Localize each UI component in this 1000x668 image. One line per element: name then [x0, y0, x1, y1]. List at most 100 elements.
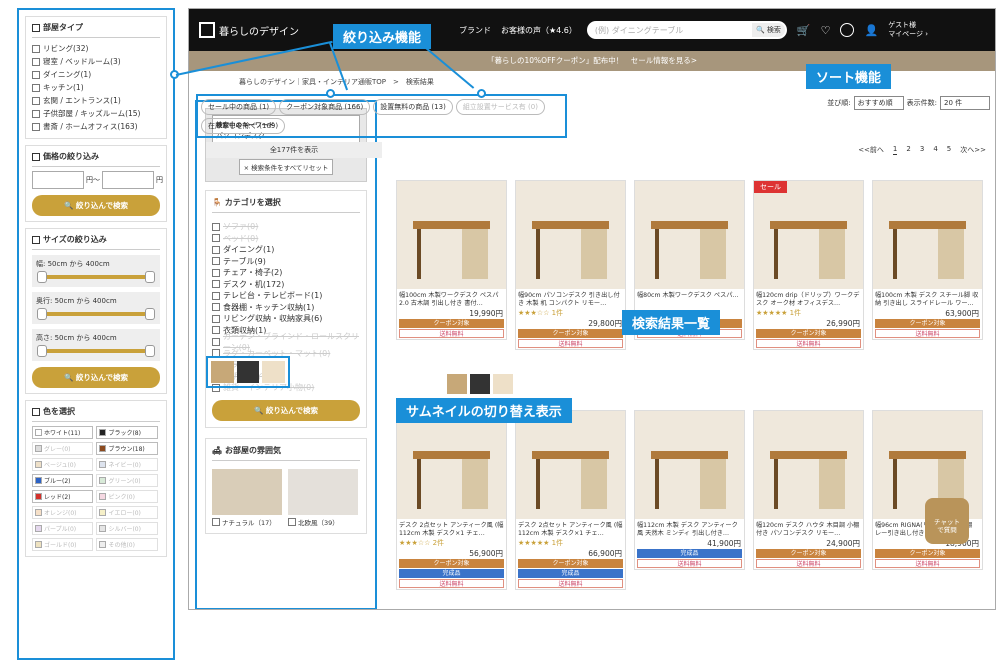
product-image[interactable] — [635, 181, 744, 289]
site-logo[interactable]: 暮らしのデザイン — [199, 22, 299, 38]
filter-tab[interactable]: クーポン対象商品 (166) — [279, 99, 371, 115]
page-link[interactable]: 5 — [947, 145, 951, 155]
product-image[interactable] — [635, 411, 744, 519]
checkbox[interactable] — [212, 303, 220, 312]
search-input[interactable]: (例) ダイニングテーブル 🔍 検索 — [586, 21, 787, 39]
product-card[interactable]: 幅120cm デスク ハウタ 木目調 小棚付き パソコンデスク リモー… 24,9… — [753, 410, 864, 570]
atmosphere-natural[interactable]: ナチュラル（17） — [212, 468, 282, 527]
product-card[interactable]: セール 幅120cm drip（ドリップ）ワークデスク オーク材 オフィスデス… ★… — [753, 180, 864, 350]
price-max-input[interactable] — [102, 171, 154, 189]
checkbox[interactable] — [212, 326, 220, 335]
color-option[interactable]: ブルー(2) — [32, 474, 94, 487]
checkbox[interactable] — [212, 291, 220, 300]
product-card[interactable]: 幅100cm 木製ワークデスク ペスパ2.0 古木調 引出し付き 書付… 19,9… — [396, 180, 507, 340]
mypage-link[interactable]: マイページ › — [888, 30, 928, 39]
product-name[interactable]: 幅80cm 木製ワークデスク ペスパ… — [635, 289, 744, 308]
product-name[interactable]: デスク 2点セット アンティーク風 (幅112cm 木製 デスク×1 チェ… — [516, 519, 625, 538]
product-name[interactable]: 幅112cm 木製 デスク アンティーク風 天然木 ミンディ 引出し付き… — [635, 519, 744, 538]
checkbox[interactable] — [212, 268, 220, 277]
size-slider-track[interactable] — [37, 271, 155, 283]
product-card[interactable]: デスク 2点セット アンティーク風 (幅112cm 木製 デスク×1 チェ… ★★… — [515, 410, 626, 590]
room-type-option[interactable]: キッチン(1) — [32, 81, 160, 94]
cart-icon[interactable]: 🛒 — [797, 24, 811, 37]
size-slider-track[interactable] — [37, 345, 155, 357]
product-image[interactable] — [516, 411, 625, 519]
filter-tab[interactable]: 在庫なしを除く (169) — [201, 118, 286, 134]
filter-tab[interactable]: 設置無料の商品 (13) — [373, 99, 453, 115]
page-link[interactable]: 4 — [933, 145, 937, 155]
user-icon[interactable]: 👤 — [864, 24, 878, 37]
reset-all-button[interactable]: × 検索条件をすべてリセット — [238, 159, 334, 175]
product-name[interactable]: 幅120cm drip（ドリップ）ワークデスク オーク材 オフィスデス… — [754, 289, 863, 308]
thumbnail-1[interactable] — [211, 361, 234, 383]
nav-reviews[interactable]: お客様の声（★4.6） — [501, 25, 577, 36]
category-option[interactable]: 食器棚・キッチン収納(1) — [212, 302, 360, 314]
filter-tab[interactable]: セール中の商品 (1) — [201, 99, 277, 115]
checkbox[interactable] — [32, 57, 40, 66]
product-card[interactable]: 幅100cm 木製 デスク スチール脚 収納 引き出し スライドレール ワー… 6… — [872, 180, 983, 340]
atmosphere-nordic[interactable]: 北欧風（39） — [288, 468, 358, 527]
thumbnail-2[interactable] — [236, 361, 260, 383]
color-option[interactable]: ホワイト(11) — [32, 426, 94, 439]
category-option[interactable]: テレビ台・テレビボード(1) — [212, 290, 360, 302]
category-option[interactable]: テーブル(9) — [212, 256, 360, 268]
page-link[interactable]: <<前へ — [858, 145, 884, 155]
product-card[interactable]: 幅96cm RIGNA(リグナ) デスク 棚 レー引き出し付き…18,900円ク… — [872, 410, 983, 570]
page-link[interactable]: 次へ>> — [960, 145, 986, 155]
product-name[interactable]: 幅120cm デスク ハウタ 木目調 小棚付き パソコンデスク リモー… — [754, 519, 863, 538]
product-name[interactable]: 幅90cm パソコンデスク 引き出し付き 木製 机 コンパクト リモー… — [516, 289, 625, 308]
checkbox[interactable] — [32, 96, 40, 105]
checkbox[interactable] — [212, 280, 220, 289]
slider-min-handle[interactable] — [37, 271, 47, 283]
category-option[interactable]: ダイニング(1) — [212, 244, 360, 256]
product-image[interactable] — [397, 181, 506, 289]
checkbox[interactable] — [212, 314, 220, 323]
product-image[interactable] — [873, 181, 982, 289]
thumbnail-3[interactable] — [262, 361, 286, 383]
category-option[interactable]: デスク・机(172) — [212, 279, 360, 291]
heart-icon[interactable]: ♡ — [821, 24, 831, 37]
room-type-option[interactable]: ダイニング(1) — [32, 68, 160, 81]
product-card[interactable]: 幅90cm パソコンデスク 引き出し付き 木製 机 コンパクト リモー… ★★★☆… — [515, 180, 626, 350]
nav-brand[interactable]: ブランド — [459, 25, 491, 36]
product-card[interactable]: デスク 2点セット アンティーク風 (幅112cm 木製 デスク×1 チェ… ★★… — [396, 410, 507, 590]
thumbnail-5[interactable] — [470, 374, 490, 394]
checkbox[interactable] — [212, 257, 220, 266]
product-image[interactable]: セール — [754, 181, 863, 289]
page-link[interactable]: 2 — [906, 145, 910, 155]
price-filter-button[interactable]: 🔍 絞り込んで検索 — [32, 195, 160, 216]
room-type-option[interactable]: リビング(32) — [32, 42, 160, 55]
slider-min-handle[interactable] — [37, 345, 47, 357]
color-option[interactable]: レッド(2) — [32, 490, 94, 503]
page-link[interactable]: 3 — [920, 145, 924, 155]
slider-max-handle[interactable] — [145, 271, 155, 283]
price-min-input[interactable] — [32, 171, 84, 189]
per-page-select[interactable]: 20 件 — [940, 96, 990, 110]
product-image[interactable] — [397, 411, 506, 519]
slider-min-handle[interactable] — [37, 308, 47, 320]
category-option[interactable]: チェア・椅子(2) — [212, 267, 360, 279]
size-filter-button[interactable]: 🔍 絞り込んで検索 — [32, 367, 160, 388]
category-filter-button[interactable]: 🔍 絞り込んで検索 — [212, 399, 360, 421]
thumbnail-6[interactable] — [493, 374, 513, 394]
room-type-option[interactable]: 子供部屋 / キッズルーム(15) — [32, 107, 160, 120]
product-name[interactable]: 幅100cm 木製ワークデスク ペスパ2.0 古木調 引出し付き 書付… — [397, 289, 506, 308]
checkbox[interactable] — [32, 109, 40, 118]
product-card[interactable]: 幅112cm 木製 デスク アンティーク風 天然木 ミンディ 引出し付き… 41,… — [634, 410, 745, 570]
product-image[interactable] — [754, 411, 863, 519]
checkbox[interactable] — [32, 83, 40, 92]
sort-select[interactable]: おすすめ順 — [853, 96, 904, 110]
clock-icon[interactable] — [840, 23, 855, 37]
room-type-option[interactable]: 玄関 / エントランス(1) — [32, 94, 160, 107]
checkbox[interactable] — [212, 245, 220, 254]
thumbnail-4[interactable] — [447, 374, 467, 394]
room-type-option[interactable]: 寝室 / ベッドルーム(3) — [32, 55, 160, 68]
category-option[interactable]: リビング収納・収納家具(6) — [212, 313, 360, 325]
product-name[interactable]: デスク 2点セット アンティーク風 (幅112cm 木製 デスク×1 チェ… — [397, 519, 506, 538]
color-option[interactable]: ブラック(8) — [96, 426, 158, 439]
room-type-option[interactable]: 書斎 / ホームオフィス(163) — [32, 120, 160, 133]
checkbox[interactable] — [32, 122, 40, 131]
checkbox[interactable] — [32, 44, 40, 53]
checkbox[interactable] — [32, 70, 40, 79]
color-option[interactable]: ブラウン(18) — [96, 442, 158, 455]
